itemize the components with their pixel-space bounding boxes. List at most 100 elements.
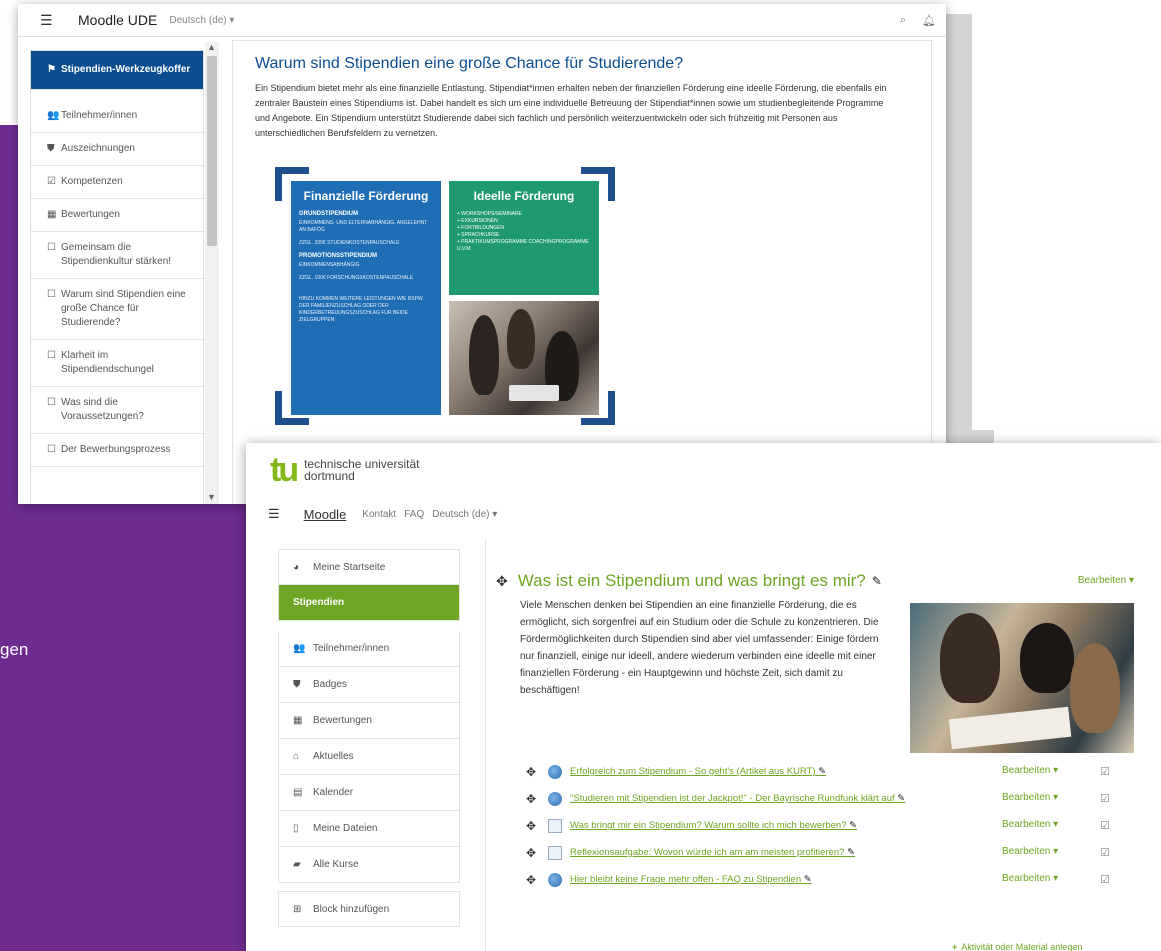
sidebar-scrollbar[interactable]: ▲ ▼ xyxy=(205,42,219,504)
activity-edit-menu[interactable]: Bearbeiten ▾ xyxy=(1002,792,1058,803)
edit-pencil-icon[interactable]: ✎ xyxy=(847,847,855,858)
scroll-up-icon[interactable]: ▲ xyxy=(207,42,216,52)
edit-pencil-icon[interactable]: ✎ xyxy=(897,793,905,804)
folder-icon: ☐ xyxy=(47,350,56,361)
folder-icon: ☐ xyxy=(47,289,56,300)
move-icon[interactable]: ✥ xyxy=(526,846,548,860)
sidebar-item-label: Teilnehmer/innen xyxy=(61,110,138,121)
activity-link[interactable]: "Studieren mit Stipendien ist der Jackpo… xyxy=(570,792,950,806)
sidebar-item[interactable]: ⛊ Badges xyxy=(278,667,460,703)
sidebar-item[interactable]: ▰ Alle Kurse xyxy=(278,847,460,883)
add-block-button[interactable]: ⊞ Block hinzufügen xyxy=(278,891,460,927)
language-selector[interactable]: Deutsch (de) ▾ xyxy=(169,15,234,26)
students-learning-photo xyxy=(910,603,1134,753)
url-icon xyxy=(548,765,562,779)
sidebar-item[interactable]: 👥 Teilnehmer/innen xyxy=(31,100,203,133)
tu-navbar: ☰ Moodle Kontakt FAQ Deutsch (de) ▾ xyxy=(268,499,505,529)
tu-sidebar: ◕ Meine Startseite Stipendien 👥 Teilnehmer/i… xyxy=(278,549,460,927)
sidebar-item[interactable]: ▦ Bewertungen xyxy=(31,199,203,232)
activity-edit-menu[interactable]: Bearbeiten ▾ xyxy=(1002,819,1058,830)
activity-row: ✥ "Studieren mit Stipendien ist der Jackp… xyxy=(526,792,1136,809)
ideal-funding-item: + EXKURSIONEN xyxy=(457,218,498,224)
section-title: ✥ Was ist ein Stipendium und was bringt … xyxy=(496,571,1146,591)
table-icon: ▦ xyxy=(47,209,57,220)
activity-link[interactable]: Hier bleibt keine Frage mehr offen - FAQ… xyxy=(570,873,950,887)
add-activity-label: Aktivität oder Material anlegen xyxy=(961,942,1083,951)
activity-row: ✥ Reflexionsaufgabe: Wovon würde ich am a… xyxy=(526,846,1136,863)
completion-checkbox-icon[interactable]: ☑ xyxy=(1100,873,1110,886)
hamburger-menu-icon[interactable]: ☰ xyxy=(268,506,280,522)
move-icon[interactable]: ✥ xyxy=(526,765,548,779)
activity-link[interactable]: Reflexionsaufgabe: Wovon würde ich am am… xyxy=(570,846,950,860)
language-selector[interactable]: Deutsch (de) ▾ xyxy=(432,509,497,520)
sidebar-item-label: Meine Startseite xyxy=(313,561,386,573)
sidebar-item-label: Meine Dateien xyxy=(313,823,378,834)
sidebar-item-label: Warum sind Stipendien eine große Chance … xyxy=(61,289,186,328)
notification-bell-icon[interactable]: 🔔︎ xyxy=(922,14,936,27)
move-icon[interactable]: ✥ xyxy=(526,792,548,806)
sidebar-item[interactable]: ◕ Meine Startseite xyxy=(278,549,460,585)
table-icon: ▦ xyxy=(293,715,303,726)
home-icon: ⌂ xyxy=(293,751,300,762)
move-icon[interactable]: ✥ xyxy=(526,873,548,887)
sidebar-item[interactable]: ▦ Bewertungen xyxy=(278,703,460,739)
sidebar-item[interactable]: ☐ Gemeinsam die Stipendienkultur stärken! xyxy=(31,232,203,279)
nav-faq[interactable]: FAQ xyxy=(404,509,424,520)
sidebar-item-label: Stipendien-Werkzeugkoffer xyxy=(61,64,191,75)
dashboard-icon: ◕ xyxy=(293,561,300,573)
sidebar-item[interactable]: ⌂ Aktuelles xyxy=(278,739,460,775)
ude-brand[interactable]: Moodle UDE xyxy=(78,12,157,28)
add-block-label: Block hinzufügen xyxy=(313,903,390,915)
move-icon[interactable]: ✥ xyxy=(496,573,508,590)
section-edit-menu[interactable]: Bearbeiten ▾ xyxy=(1078,575,1134,586)
sidebar-item[interactable]: ▤ Kalender xyxy=(278,775,460,811)
activity-link[interactable]: Was bringt mir ein Stipendium? Warum sol… xyxy=(570,819,950,833)
sidebar-item[interactable]: ☐ Klarheit im Stipendiendschungel xyxy=(31,340,203,387)
sidebar-item-label: Badges xyxy=(313,679,347,690)
activity-row: ✥ Hier bleibt keine Frage mehr offen - FA… xyxy=(526,873,1136,890)
edit-pencil-icon[interactable]: ✎ xyxy=(849,820,857,831)
search-icon[interactable]: ⌕ xyxy=(900,14,906,27)
nav-kontakt[interactable]: Kontakt xyxy=(362,509,396,520)
edit-pencil-icon[interactable]: ✎ xyxy=(804,874,812,885)
sidebar-item[interactable]: ⚑ Stipendien-Werkzeugkoffer xyxy=(31,51,203,90)
sidebar-item[interactable]: Stipendien xyxy=(278,585,460,621)
scrollbar-thumb[interactable] xyxy=(207,56,217,246)
sidebar-item[interactable]: ⛊ Auszeichnungen xyxy=(31,133,203,166)
grund-text: ZZGL. 300€ STUDIENKOSTENPAUSCHALE xyxy=(299,240,400,246)
edit-pencil-icon[interactable]: ✎ xyxy=(818,766,826,777)
scroll-down-icon[interactable]: ▼ xyxy=(207,492,216,502)
move-icon[interactable]: ✥ xyxy=(526,819,548,833)
completion-checkbox-icon[interactable]: ☑ xyxy=(1100,792,1110,805)
tu-logo-mark: tu xyxy=(270,451,299,489)
moodle-home-link[interactable]: Moodle xyxy=(304,507,347,522)
completion-checkbox-icon[interactable]: ☑ xyxy=(1100,765,1110,778)
activity-edit-menu[interactable]: Bearbeiten ▾ xyxy=(1002,873,1058,884)
tu-dortmund-logo[interactable]: tu technische universität dortmund xyxy=(270,453,420,487)
completion-checkbox-icon[interactable]: ☑ xyxy=(1100,846,1110,859)
sidebar-item[interactable]: ☐ Der Bewerbungsprozess xyxy=(31,434,203,467)
hamburger-menu-icon[interactable]: ☰ xyxy=(40,12,56,29)
sidebar-item[interactable]: ☑ Kompetenzen xyxy=(31,166,203,199)
calendar-icon: ▤ xyxy=(293,787,303,798)
sidebar-item-label: Was sind die Voraussetzungen? xyxy=(61,397,144,422)
promo-heading: PROMOTIONSSTIPENDIUM xyxy=(299,253,378,259)
activity-edit-menu[interactable]: Bearbeiten ▾ xyxy=(1002,765,1058,776)
sidebar-item-label: Klarheit im Stipendiendschungel xyxy=(61,350,154,375)
sidebar-item[interactable]: ☐ Was sind die Voraussetzungen? xyxy=(31,387,203,434)
sidebar-item[interactable]: ☐ Warum sind Stipendien eine große Chance… xyxy=(31,279,203,340)
ude-moodle-window: ☰ Moodle UDE Deutsch (de) ▾ ⌕ 🔔︎ ⚑ Stipen… xyxy=(18,4,946,504)
ideal-funding-item: + WORKSHOPS/SEMINARE xyxy=(457,211,522,217)
sidebar-item[interactable]: 👥 Teilnehmer/innen xyxy=(278,631,460,667)
completion-checkbox-icon[interactable]: ☑ xyxy=(1100,819,1110,832)
plus-icon: + xyxy=(952,942,958,951)
add-activity-button[interactable]: + Aktivität oder Material anlegen xyxy=(952,942,1082,951)
activity-link[interactable]: Erfolgreich zum Stipendium - So geht's (… xyxy=(570,765,950,779)
users-icon: 👥 xyxy=(293,643,306,654)
financial-funding-box: Finanzielle Förderung GRUNDSTIPENDIUM EI… xyxy=(291,181,441,415)
folder-icon: ☐ xyxy=(47,444,56,455)
activity-edit-menu[interactable]: Bearbeiten ▾ xyxy=(1002,846,1058,857)
edit-pencil-icon[interactable]: ✎ xyxy=(872,574,882,588)
users-icon: 👥 xyxy=(47,110,60,121)
sidebar-item[interactable]: ▯ Meine Dateien xyxy=(278,811,460,847)
